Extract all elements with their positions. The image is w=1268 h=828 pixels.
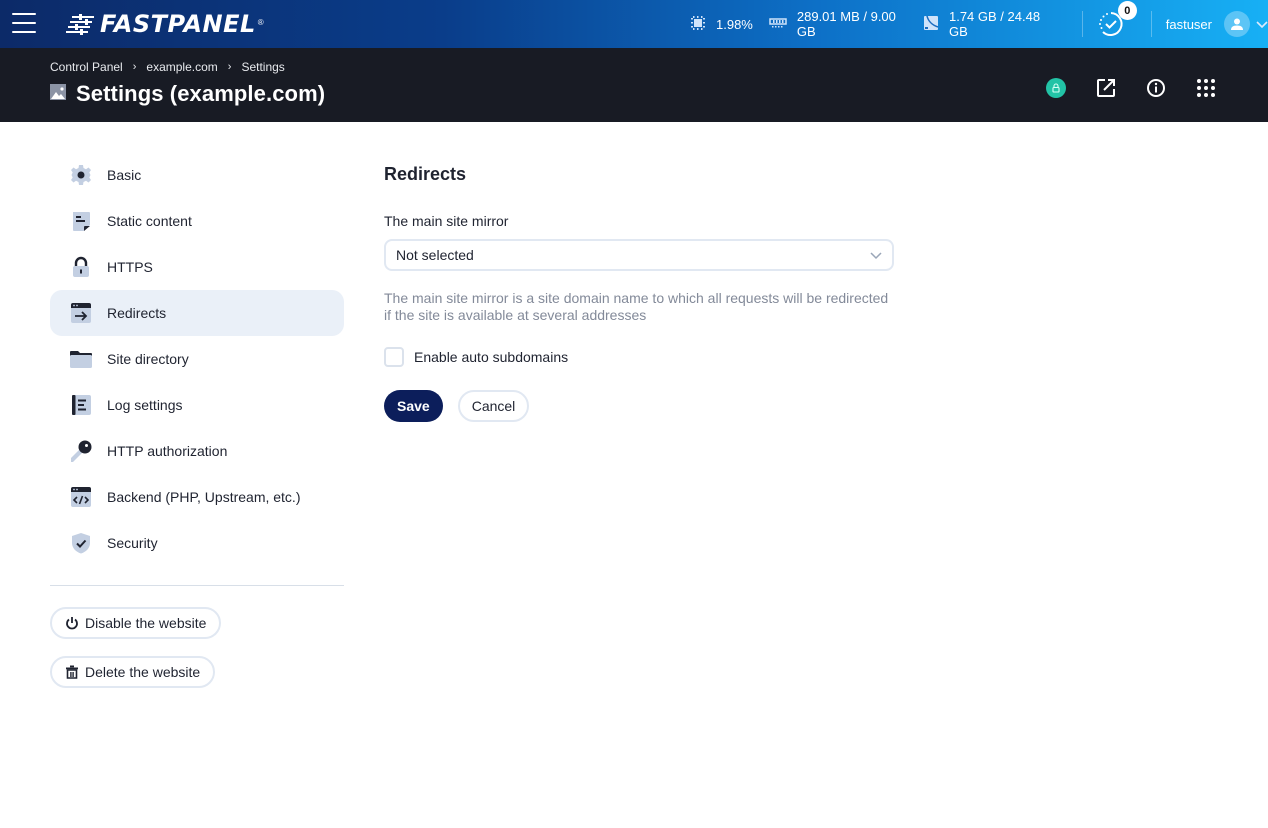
auto-subdomains-label: Enable auto subdomains [414,349,569,365]
apps-menu-button[interactable] [1194,76,1218,100]
top-bar: FASTPANEL ® 1.98% 289.01 MB / 9.00 GB 1.… [0,0,1268,48]
sidebar-item-label: Log settings [107,397,183,413]
brand-name: FASTPANEL [100,10,256,38]
disable-website-button[interactable]: Disable the website [50,607,222,639]
redirects-panel: Redirects The main site mirror Not selec… [384,164,894,422]
site-image-icon [50,83,66,105]
sidebar-item-https[interactable]: HTTPS [50,244,344,290]
sidebar-item-label: Site directory [107,351,189,367]
external-link-icon [1097,79,1115,97]
sidebar-item-label: HTTPS [107,259,153,275]
memory-stat: 289.01 MB / 9.00 GB [769,9,907,39]
mirror-select-value: Not selected [396,247,474,263]
divider [1150,11,1152,37]
divider [1081,11,1083,37]
sidebar-item-label: Basic [107,167,142,183]
grid-icon [1197,79,1215,97]
mirror-hint-line: The main site mirror is a site domain na… [384,290,889,306]
breadcrumb-separator-icon: › [132,61,137,73]
mirror-select[interactable]: Not selected [384,239,894,271]
breadcrumb-site[interactable]: example.com [146,60,217,74]
auto-subdomains-option[interactable]: Enable auto subdomains [384,347,894,367]
tasks-count-badge: 0 [1117,1,1137,20]
sidebar-item-label: Backend (PHP, Upstream, etc.) [107,489,301,505]
redirect-icon [70,302,92,324]
server-stats: 1.98% 289.01 MB / 9.00 GB 1.74 GB / 24.4… [690,0,1268,48]
disk-stat: 1.74 GB / 24.48 GB [923,9,1052,39]
info-button[interactable] [1144,76,1168,100]
folder-icon [70,348,92,370]
trash-icon [65,665,79,679]
breadcrumb: Control Panel › example.com › Settings [50,60,285,74]
ssl-lock-icon [1046,78,1066,98]
hamburger-line [12,22,36,24]
logo-sliders-icon [66,13,96,35]
sidebar-item-static-content[interactable]: Static content [50,198,344,244]
disable-website-label: Disable the website [85,615,207,631]
page-title: Settings (example.com) [76,81,326,106]
shield-icon [70,532,92,554]
ssl-status-button[interactable] [1044,76,1068,100]
sidebar-item-label: Static content [107,213,192,229]
cpu-stat: 1.98% [690,15,753,34]
settings-sidebar: Basic Static content HTTPS Redirects Sit… [50,152,344,705]
disk-icon [923,15,939,34]
cpu-value: 1.98% [716,16,753,32]
delete-website-button[interactable]: Delete the website [50,656,216,688]
hamburger-line [12,31,36,33]
mirror-hint: The main site mirror is a site domain na… [384,290,894,324]
breadcrumb-control-panel[interactable]: Control Panel [50,60,123,74]
sidebar-item-basic[interactable]: Basic [50,152,344,198]
cancel-button[interactable]: Cancel [457,390,530,422]
sidebar-item-http-authorization[interactable]: HTTP authorization [50,428,344,474]
chevron-down-icon [1256,17,1268,32]
logo[interactable]: FASTPANEL ® [66,10,264,38]
page-header: Control Panel › example.com › Settings S… [0,48,1268,122]
gear-icon [70,164,92,186]
log-icon [70,394,92,416]
cpu-icon [690,15,706,34]
hamburger-line [12,13,36,15]
key-icon [70,440,92,462]
avatar-icon [1224,11,1250,37]
auto-subdomains-checkbox[interactable] [384,347,404,367]
breadcrumb-separator-icon: › [227,61,232,73]
breadcrumb-current: Settings [241,60,285,74]
lock-icon [70,256,92,278]
registered-mark: ® [257,17,264,27]
code-window-icon [70,486,92,508]
form-actions: Save Cancel [384,390,894,422]
memory-value: 289.01 MB / 9.00 GB [796,9,896,39]
document-icon [70,210,92,232]
page-title-row: Settings (example.com) [50,81,325,107]
sidebar-item-label: Redirects [107,305,167,321]
section-title: Redirects [384,164,467,184]
power-icon [65,616,79,630]
username: fastuser [1165,16,1212,32]
open-site-button[interactable] [1094,76,1118,100]
sidebar-item-log-settings[interactable]: Log settings [50,382,344,428]
menu-button[interactable] [12,13,36,33]
sidebar-item-security[interactable]: Security [50,520,344,566]
memory-icon [769,16,787,33]
save-button[interactable]: Save [384,390,443,422]
sidebar-item-label: HTTP authorization [107,443,228,459]
tasks-button[interactable]: 0 [1097,1,1137,38]
sidebar-divider [50,585,344,586]
header-actions [1018,76,1218,100]
sidebar-item-label: Security [107,535,158,551]
sidebar-item-backend[interactable]: Backend (PHP, Upstream, etc.) [50,474,344,520]
sidebar-item-redirects[interactable]: Redirects [50,290,344,336]
user-menu[interactable]: fastuser [1166,11,1268,37]
delete-website-label: Delete the website [85,664,201,680]
info-icon [1147,79,1165,97]
sidebar-item-site-directory[interactable]: Site directory [50,336,344,382]
mirror-label: The main site mirror [384,213,509,229]
disk-value: 1.74 GB / 24.48 GB [948,9,1041,39]
mirror-hint-line: if the site is available at several addr… [384,307,647,323]
chevron-down-icon [870,247,882,263]
